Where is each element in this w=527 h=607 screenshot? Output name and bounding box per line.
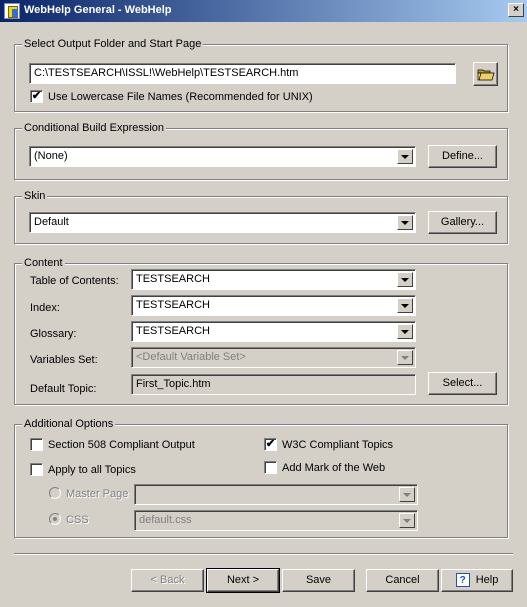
variables-label: Variables Set: (30, 354, 98, 366)
toc-select[interactable]: TESTSEARCH (131, 269, 416, 290)
css-label: CSS (66, 514, 89, 526)
content-group-label: Content (22, 256, 65, 270)
conditional-group-label: Conditional Build Expression (22, 121, 167, 135)
toc-select-value: TESTSEARCH (136, 273, 210, 285)
webhelp-app-icon (4, 3, 20, 19)
default-topic-field[interactable]: First_Topic.htm (131, 374, 416, 395)
glossary-select-value: TESTSEARCH (136, 325, 210, 337)
w3c-label: W3C Compliant Topics (282, 439, 394, 451)
close-button[interactable]: × (508, 3, 524, 17)
master-page-label: Master Page (66, 488, 129, 500)
index-select-value: TESTSEARCH (136, 299, 210, 311)
help-button[interactable]: ? Help (441, 569, 513, 592)
conditional-select[interactable]: (None) (29, 146, 416, 167)
chevron-down-icon[interactable] (397, 272, 413, 287)
apply-all-checkbox[interactable] (30, 463, 43, 476)
back-button[interactable]: < Back (131, 569, 204, 592)
cancel-button[interactable]: Cancel (366, 569, 439, 592)
apply-all-label: Apply to all Topics (48, 464, 136, 476)
window-title: WebHelp General - WebHelp (24, 4, 172, 16)
chevron-down-icon (399, 513, 415, 528)
section508-checkbox[interactable] (30, 438, 43, 451)
chevron-down-icon[interactable] (397, 215, 413, 230)
output-group-label: Select Output Folder and Start Page (22, 37, 204, 51)
conditional-select-value: (None) (34, 150, 68, 162)
glossary-select[interactable]: TESTSEARCH (131, 321, 416, 342)
master-page-radio[interactable] (49, 487, 61, 499)
additional-options-group-label: Additional Options (22, 417, 116, 431)
lowercase-label: Use Lowercase File Names (Recommended fo… (48, 91, 313, 103)
master-page-select[interactable] (134, 484, 418, 505)
open-folder-icon (477, 69, 494, 81)
browse-folder-button[interactable] (473, 62, 498, 86)
toc-label: Table of Contents: (30, 275, 119, 287)
chevron-down-icon[interactable] (397, 298, 413, 313)
css-radio[interactable] (49, 513, 61, 525)
w3c-checkbox[interactable]: ✔ (264, 438, 277, 451)
chevron-down-icon[interactable] (397, 324, 413, 339)
footer-separator (14, 553, 513, 555)
css-select-value: default.css (139, 514, 192, 526)
title-bar: WebHelp General - WebHelp × (0, 0, 527, 22)
chevron-down-icon (399, 487, 415, 502)
define-button[interactable]: Define... (428, 145, 497, 168)
index-select[interactable]: TESTSEARCH (131, 295, 416, 316)
variables-select-value: <Default Variable Set> (136, 351, 246, 363)
help-icon: ? (455, 573, 470, 588)
skin-group-label: Skin (22, 189, 48, 203)
output-path-input[interactable]: C:\TESTSEARCH\ISSL!\WebHelp\TESTSEARCH.h… (29, 63, 456, 84)
section508-label: Section 508 Compliant Output (48, 439, 195, 451)
chevron-down-icon[interactable] (397, 149, 413, 164)
skin-select-value: Default (34, 216, 69, 228)
gallery-button[interactable]: Gallery... (428, 211, 497, 234)
save-button[interactable]: Save (282, 569, 355, 592)
variables-select[interactable]: <Default Variable Set> (131, 347, 416, 368)
default-topic-label: Default Topic: (30, 383, 97, 395)
css-select[interactable]: default.css (134, 510, 418, 531)
index-label: Index: (30, 302, 60, 314)
mark-of-web-checkbox[interactable] (264, 461, 277, 474)
help-label: Help (475, 574, 499, 586)
chevron-down-icon (397, 350, 413, 365)
skin-select[interactable]: Default (29, 212, 416, 233)
select-topic-button[interactable]: Select... (428, 372, 497, 395)
next-button[interactable]: Next > (206, 568, 280, 593)
lowercase-checkbox[interactable]: ✔ (30, 90, 43, 103)
mark-of-web-label: Add Mark of the Web (282, 462, 386, 474)
glossary-label: Glossary: (30, 328, 77, 340)
